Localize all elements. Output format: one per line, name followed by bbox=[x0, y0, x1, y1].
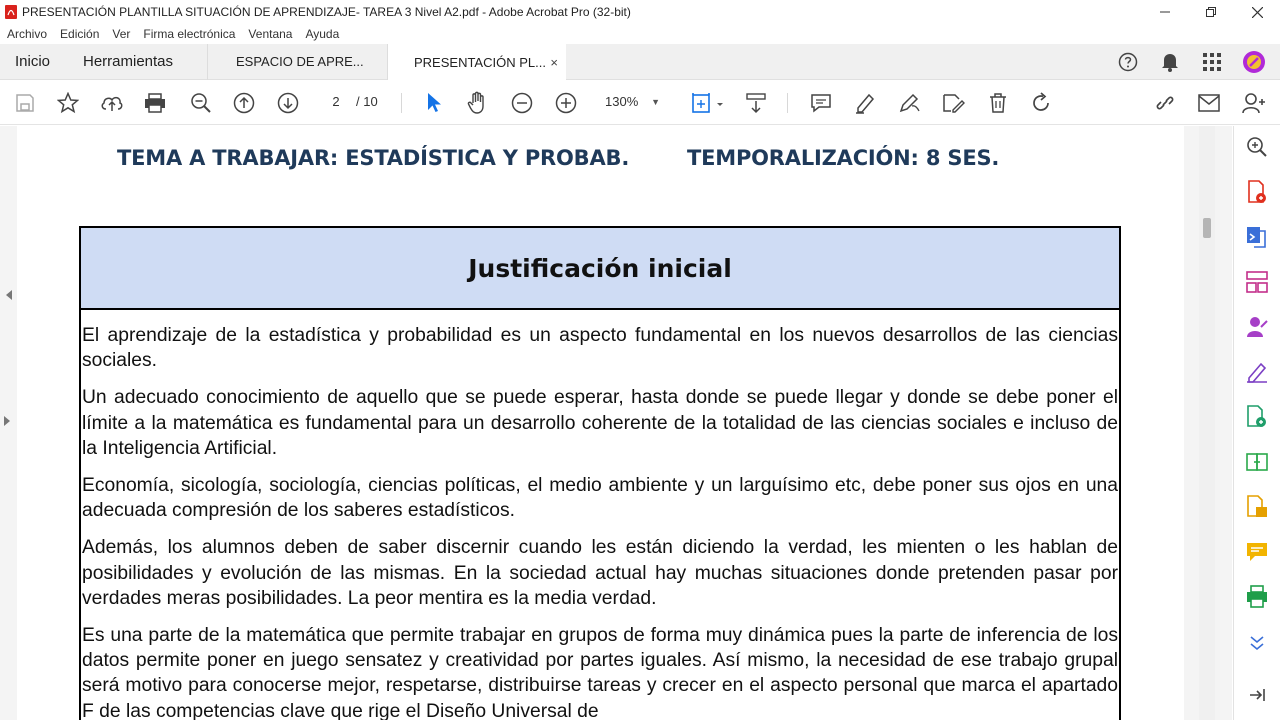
zoom-level-value: 130% bbox=[605, 94, 639, 109]
rail-print-production-icon[interactable] bbox=[1244, 584, 1270, 610]
zoom-out-icon[interactable] bbox=[508, 89, 536, 117]
rail-create-pdf-icon[interactable] bbox=[1244, 224, 1270, 250]
next-page-icon[interactable] bbox=[274, 89, 302, 117]
page-total: / 10 bbox=[356, 94, 378, 109]
paragraph: Es una parte de la matemática que permit… bbox=[82, 625, 1118, 720]
tab-close-icon[interactable]: × bbox=[550, 55, 558, 70]
expand-left-panel-icon[interactable] bbox=[4, 416, 10, 426]
acrobat-pdf-icon bbox=[5, 5, 17, 19]
section-body: El aprendizaje de la estadística y proba… bbox=[81, 310, 1119, 720]
apps-grid-icon[interactable] bbox=[1200, 50, 1224, 74]
page-fit-icon[interactable] bbox=[688, 89, 728, 117]
rail-search-icon[interactable] bbox=[1244, 134, 1270, 160]
paragraph: El aprendizaje de la estadística y proba… bbox=[82, 325, 1118, 372]
restore-icon bbox=[1206, 7, 1216, 17]
menu-archivo[interactable]: Archivo bbox=[7, 27, 47, 41]
link-icon[interactable] bbox=[1151, 89, 1179, 117]
tools-rail bbox=[1233, 126, 1280, 720]
page-heading-row: TEMA A TRABAJAR: ESTADÍSTICA Y PROBAB. T… bbox=[17, 146, 1184, 176]
tab-label: ESPACIO DE APRE... bbox=[236, 54, 364, 69]
window-title: PRESENTACIÓN PLANTILLA SITUACIÓN DE APRE… bbox=[22, 5, 631, 19]
highlight-pen-icon[interactable] bbox=[851, 89, 879, 117]
scrollbar-thumb[interactable] bbox=[1203, 218, 1211, 238]
help-icon[interactable] bbox=[1116, 50, 1140, 74]
paragraph: Economía, sicología, sociología, ciencia… bbox=[82, 475, 1118, 522]
main-toolbar: 2 / 10 130% ▼ bbox=[0, 81, 1280, 125]
paragraph: Además, los alumnos deben de saber disce… bbox=[82, 537, 1118, 609]
menu-ayuda[interactable]: Ayuda bbox=[305, 27, 339, 41]
notifications-bell-icon[interactable] bbox=[1158, 50, 1182, 74]
vertical-scrollbar[interactable] bbox=[1199, 126, 1215, 720]
zoom-level-dropdown[interactable]: 130% ▼ bbox=[596, 91, 666, 113]
rail-fill-sign-icon[interactable] bbox=[1244, 359, 1270, 385]
title-bar: PRESENTACIÓN PLANTILLA SITUACIÓN DE APRE… bbox=[0, 0, 1280, 24]
close-icon bbox=[1251, 6, 1263, 18]
rail-compress-pdf-icon[interactable] bbox=[1244, 494, 1270, 520]
menu-ventana[interactable]: Ventana bbox=[248, 27, 292, 41]
draw-pencil-icon[interactable] bbox=[895, 89, 923, 117]
collapse-right-panel-icon[interactable] bbox=[6, 290, 12, 300]
section-title: Justificación inicial bbox=[81, 228, 1119, 310]
rail-expand-chevron-icon[interactable] bbox=[1244, 629, 1270, 655]
bookmark-star-icon[interactable] bbox=[54, 89, 82, 117]
tab-bar: Inicio Herramientas ESPACIO DE APRE... P… bbox=[0, 43, 1280, 81]
menu-ver[interactable]: Ver bbox=[112, 27, 130, 41]
tab-bar-actions bbox=[1116, 44, 1266, 80]
select-pointer-icon[interactable] bbox=[420, 89, 448, 117]
menu-firma-electronica[interactable]: Firma electrónica bbox=[143, 27, 235, 41]
comment-icon[interactable] bbox=[807, 89, 835, 117]
tab-document-espacio[interactable]: ESPACIO DE APRE... bbox=[208, 43, 388, 80]
timing-heading: TEMPORALIZACIÓN: 8 SES. bbox=[687, 146, 1000, 170]
minimize-icon bbox=[1160, 11, 1170, 13]
topic-heading: TEMA A TRABAJAR: ESTADÍSTICA Y PROBAB. bbox=[117, 146, 630, 170]
tab-label: PRESENTACIÓN PL... bbox=[414, 54, 546, 70]
chevron-down-icon: ▼ bbox=[651, 97, 660, 107]
rail-collapse-icon[interactable] bbox=[1244, 682, 1270, 708]
zoom-in-icon[interactable] bbox=[552, 89, 580, 117]
email-envelope-icon[interactable] bbox=[1195, 89, 1223, 117]
rail-combine-files-icon[interactable] bbox=[1244, 449, 1270, 475]
restore-button[interactable] bbox=[1188, 0, 1234, 24]
previous-page-icon[interactable] bbox=[230, 89, 258, 117]
toolbar-separator bbox=[787, 93, 788, 113]
toolbar-separator bbox=[401, 93, 402, 113]
tab-tools[interactable]: Herramientas bbox=[68, 43, 208, 80]
tab-home[interactable]: Inicio bbox=[0, 53, 68, 70]
justification-box: Justificación inicial El aprendizaje de … bbox=[79, 226, 1121, 720]
cloud-upload-icon[interactable] bbox=[98, 89, 126, 117]
menu-edicion[interactable]: Edición bbox=[60, 27, 99, 41]
rail-export-pdf-icon[interactable] bbox=[1244, 179, 1270, 205]
rail-request-signature-icon[interactable] bbox=[1244, 314, 1270, 340]
menu-bar: Archivo Edición Ver Firma electrónica Ve… bbox=[0, 24, 1280, 43]
rail-edit-pdf-icon[interactable] bbox=[1244, 404, 1270, 430]
edit-text-icon[interactable] bbox=[939, 89, 967, 117]
rail-organize-pages-icon[interactable] bbox=[1244, 269, 1270, 295]
rotate-icon[interactable] bbox=[1027, 89, 1055, 117]
user-avatar-icon[interactable] bbox=[1242, 50, 1266, 74]
print-icon[interactable] bbox=[141, 89, 169, 117]
page-number-input[interactable]: 2 bbox=[318, 91, 354, 113]
paragraph: Un adecuado conocimiento de aquello que … bbox=[82, 387, 1118, 459]
zoom-search-icon[interactable] bbox=[187, 89, 215, 117]
tab-document-presentacion[interactable]: PRESENTACIÓN PL... × bbox=[388, 43, 566, 81]
share-user-icon[interactable] bbox=[1240, 89, 1268, 117]
scroll-mode-icon[interactable] bbox=[742, 89, 770, 117]
pdf-page: TEMA A TRABAJAR: ESTADÍSTICA Y PROBAB. T… bbox=[17, 126, 1184, 720]
delete-trash-icon[interactable] bbox=[984, 89, 1012, 117]
hand-tool-icon[interactable] bbox=[464, 89, 492, 117]
save-icon[interactable] bbox=[11, 89, 39, 117]
minimize-button[interactable] bbox=[1142, 0, 1188, 24]
right-panel-collapse-strip[interactable] bbox=[1215, 126, 1232, 720]
rail-comment-icon[interactable] bbox=[1244, 539, 1270, 565]
acrobat-window: PRESENTACIÓN PLANTILLA SITUACIÓN DE APRE… bbox=[0, 0, 1280, 720]
close-window-button[interactable] bbox=[1234, 0, 1280, 24]
